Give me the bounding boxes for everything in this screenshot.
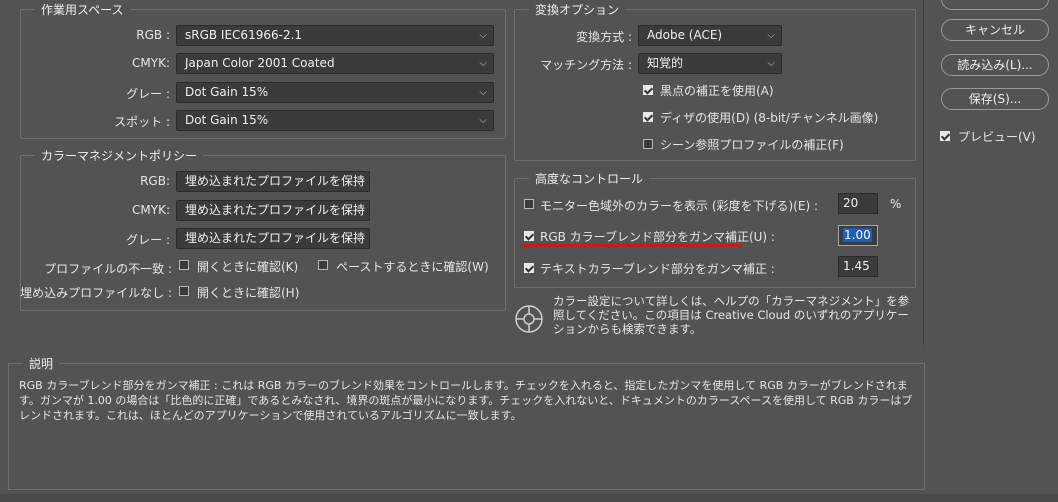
blend-text-input[interactable]: 1.45 <box>838 256 878 277</box>
cp-gray-select[interactable]: 埋め込まれたプロファイルを保持 ⌵ <box>176 228 370 249</box>
description-text: RGB カラーブレンド部分をガンマ補正 : これは RGB カラーのブレンド効果… <box>19 379 913 422</box>
ws-gray-label: グレー : <box>126 87 170 101</box>
engine-label: 変換方式 : <box>576 30 632 44</box>
cp-rgb-select[interactable]: 埋め込まれたプロファイルを保持 ⌵ <box>176 171 370 192</box>
description-group: 説明 RGB カラーブレンド部分をガンマ補正 : これは RGB カラーのブレン… <box>8 355 925 490</box>
preview-checkbox[interactable] <box>940 131 950 141</box>
ask-paste-label: ペーストするときに確認(W) <box>336 260 489 274</box>
ok-button-partial[interactable] <box>941 0 1049 10</box>
ws-rgb-label: RGB : <box>136 28 170 42</box>
save-button[interactable]: 保存(S)... <box>941 88 1049 110</box>
advanced-controls-title: 高度なコントロール <box>529 170 650 187</box>
bpc-label: 黒点の補正を使用(A) <box>660 84 774 98</box>
ask-paste-checkbox[interactable] <box>318 260 328 270</box>
chevron-down-icon: ⌵ <box>479 58 487 69</box>
chevron-down-icon: ⌵ <box>479 30 487 41</box>
chevron-down-icon: ⌵ <box>355 233 363 244</box>
ws-cmyk-label: CMYK: <box>132 56 170 70</box>
chevron-down-icon: ⌵ <box>767 30 775 41</box>
cancel-button[interactable]: キャンセル <box>941 19 1049 41</box>
cp-gray-label: グレー : <box>126 233 170 247</box>
scene-checkbox[interactable] <box>643 139 653 149</box>
chevron-down-icon: ⌵ <box>355 176 363 187</box>
chevron-down-icon: ⌵ <box>355 205 363 216</box>
dither-checkbox[interactable] <box>643 112 653 122</box>
description-title: 説明 <box>23 355 60 372</box>
preview-label: プレビュー(V) <box>958 130 1036 144</box>
ws-gray-select[interactable]: Dot Gain 15% ⌵ <box>176 82 494 103</box>
blend-rgb-label: RGB カラーブレンド部分をガンマ補正(U) : <box>540 230 775 244</box>
desaturate-checkbox[interactable] <box>524 199 534 209</box>
ws-spot-label: スポット : <box>114 115 170 129</box>
chevron-down-icon: ⌵ <box>479 87 487 98</box>
ask-open-label: 開くときに確認(K) <box>197 260 299 274</box>
chevron-down-icon: ⌵ <box>479 115 487 126</box>
info-text: カラー設定について詳しくは、ヘルプの「カラーマネジメント」を参照してください。こ… <box>553 294 910 336</box>
bottom-edge <box>0 494 1058 502</box>
scene-label: シーン参照プロファイルの補正(F) <box>660 138 844 152</box>
desaturate-input[interactable]: 20 <box>838 193 878 214</box>
cp-cmyk-label: CMYK: <box>132 203 170 217</box>
ask-open-checkbox[interactable] <box>179 260 189 270</box>
conversion-options-title: 変換オプション <box>529 1 626 18</box>
blend-rgb-checkbox[interactable] <box>524 231 534 241</box>
working-spaces-title: 作業用スペース <box>35 1 130 18</box>
bpc-checkbox[interactable] <box>643 85 653 95</box>
intent-label: マッチング方法 : <box>540 58 632 72</box>
blend-text-label: テキストカラーブレンド部分をガンマ補正 : <box>540 262 775 276</box>
load-button[interactable]: 読み込み(L)... <box>941 54 1049 76</box>
globe-info-icon <box>515 305 543 333</box>
chevron-down-icon: ⌵ <box>767 58 775 69</box>
ws-cmyk-select[interactable]: Japan Color 2001 Coated ⌵ <box>176 53 494 74</box>
blend-text-checkbox[interactable] <box>524 263 534 273</box>
blend-rgb-input[interactable]: 1.00 <box>838 225 878 246</box>
dither-label: ディザの使用(D) (8-bit/チャンネル画像) <box>660 111 879 125</box>
settings-main-panel: 作業用スペース RGB : sRGB IEC61966-2.1 ⌵ CMYK: J… <box>0 0 924 345</box>
missing-profile-label: 埋め込みプロファイルなし : <box>20 286 172 300</box>
ask-open-missing-checkbox[interactable] <box>179 286 189 296</box>
cp-rgb-label: RGB: <box>140 174 170 188</box>
profile-mismatch-label: プロファイルの不一致 : <box>44 262 172 276</box>
cp-cmyk-select[interactable]: 埋め込まれたプロファイルを保持 ⌵ <box>176 200 370 221</box>
red-highlight-underline <box>522 244 742 247</box>
ws-rgb-select[interactable]: sRGB IEC61966-2.1 ⌵ <box>176 25 494 46</box>
color-policies-title: カラーマネジメントポリシー <box>35 147 204 164</box>
desaturate-label: モニター色域外のカラーを表示 (彩度を下げる)(E) : <box>540 199 818 213</box>
ask-open-missing-label: 開くときに確認(H) <box>197 286 300 300</box>
percent-label: % <box>890 197 902 211</box>
engine-select[interactable]: Adobe (ACE) ⌵ <box>638 25 782 46</box>
intent-select[interactable]: 知覚的 ⌵ <box>638 53 782 74</box>
ws-spot-select[interactable]: Dot Gain 15% ⌵ <box>176 110 494 131</box>
